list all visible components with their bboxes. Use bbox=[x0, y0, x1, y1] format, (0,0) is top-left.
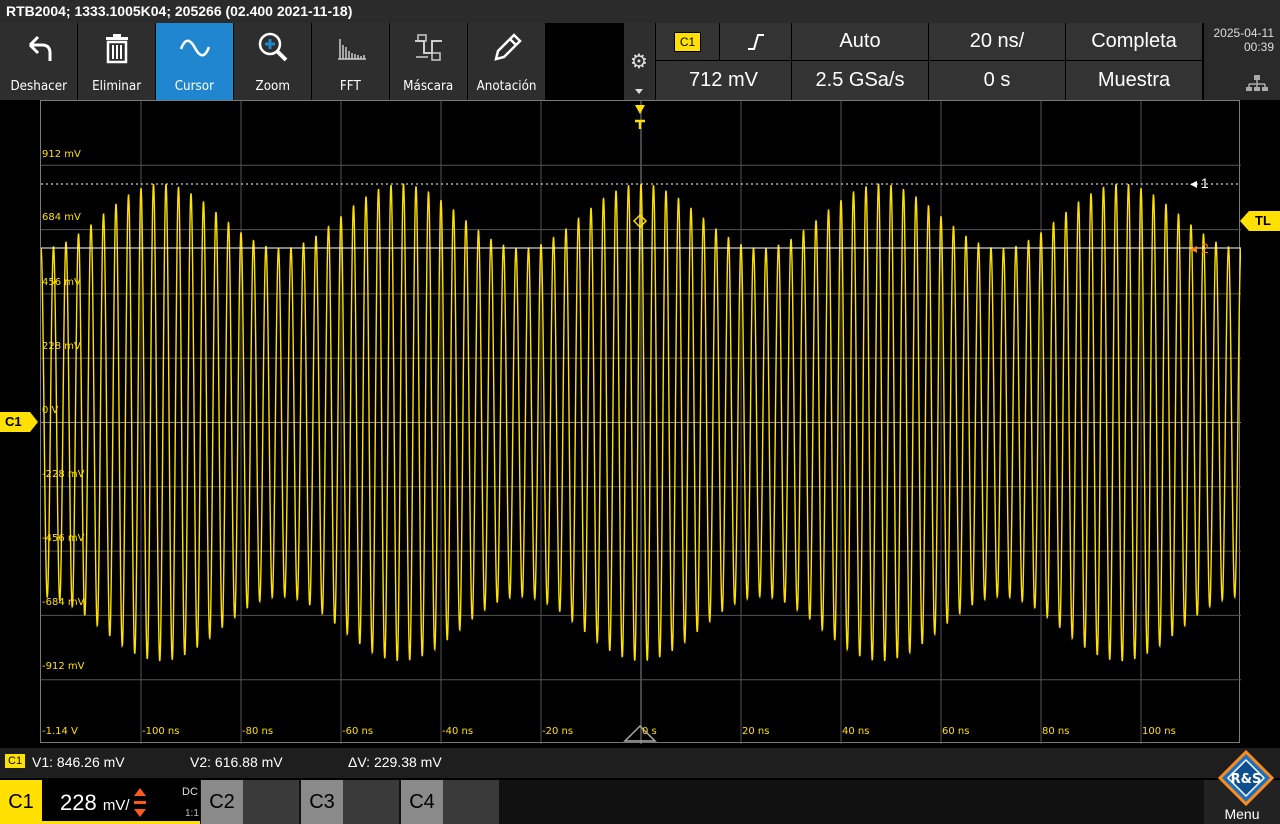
fft-button[interactable]: FFT bbox=[312, 23, 389, 100]
y-label-neg-456mv: -456 mV bbox=[42, 533, 85, 544]
c2-name: C2 bbox=[201, 780, 243, 824]
fft-icon bbox=[337, 39, 366, 60]
menu-button[interactable]: R&S Menu bbox=[1204, 749, 1280, 824]
y-label-228mv: 228 mV bbox=[42, 341, 81, 352]
measurement-source-badge: C1 bbox=[5, 754, 26, 768]
c1-scale-unit: mV/ bbox=[102, 797, 130, 814]
c1-scale[interactable]: 228 mV/ bbox=[60, 790, 130, 816]
x-label-neg-60ns: -60 ns bbox=[342, 726, 374, 737]
y-label-0v: 0 V bbox=[42, 405, 59, 416]
undo-button[interactable]: Deshacer bbox=[0, 23, 77, 100]
gear-icon: ⚙ bbox=[630, 51, 648, 73]
instrument-title-bar: RTB2004; 1333.1005K04; 205266 (02.400 20… bbox=[0, 0, 1280, 23]
delta-v-readout: ΔV: 229.38 mV bbox=[348, 754, 442, 770]
c1-coupling: DC bbox=[182, 786, 198, 798]
time-scale-field[interactable]: 20 ns/ bbox=[929, 23, 1065, 60]
y-label-912mv: 912 mV bbox=[42, 149, 81, 160]
trash-icon bbox=[105, 34, 128, 64]
rising-edge-icon bbox=[747, 33, 764, 50]
x-label-40ns: 40 ns bbox=[842, 726, 870, 737]
pen-icon bbox=[493, 33, 522, 61]
cursor-wave-icon bbox=[179, 39, 210, 57]
rs-logo-text: R&S bbox=[1231, 772, 1262, 787]
c1-probe-ratio: 1:1 bbox=[185, 808, 199, 819]
trigger-source-field[interactable]: C1 bbox=[656, 23, 719, 60]
x-label-60ns: 60 ns bbox=[942, 726, 970, 737]
rs-logo-icon: R&S bbox=[1217, 749, 1275, 807]
mask-icon bbox=[414, 34, 442, 61]
v2-readout: V2: 616.88 mV bbox=[190, 754, 283, 770]
undo-icon bbox=[28, 35, 51, 61]
x-label-80ns: 80 ns bbox=[1042, 726, 1070, 737]
delete-label: Eliminar bbox=[91, 79, 141, 94]
trigger-mode-field[interactable]: Auto bbox=[792, 23, 928, 60]
c3-name: C3 bbox=[301, 780, 343, 824]
fft-label: FFT bbox=[340, 79, 361, 94]
dropdown-triangle-icon bbox=[635, 89, 643, 94]
trigger-level-label: TL bbox=[1255, 213, 1271, 228]
zoom-label: Zoom bbox=[255, 79, 290, 94]
cursor-label: Cursor bbox=[174, 79, 215, 94]
zoom-icon bbox=[258, 32, 287, 62]
channel-c2-button[interactable]: C2 bbox=[201, 780, 299, 824]
trigger-level-field[interactable]: 712 mV bbox=[656, 61, 791, 100]
trigger-position-marker[interactable] bbox=[635, 105, 645, 129]
x-label-0s: 0 s bbox=[642, 726, 657, 737]
y-label-neg-1-14v: -1.14 V bbox=[42, 726, 78, 737]
menu-label: Menu bbox=[1224, 806, 1260, 822]
scale-arrows-icon[interactable] bbox=[132, 786, 148, 820]
date-text: 2025-04-11 bbox=[1213, 26, 1275, 40]
channel-c4-button[interactable]: C4 bbox=[401, 780, 499, 824]
waveform-svg bbox=[41, 101, 1241, 744]
time-offset-field[interactable]: 0 s bbox=[929, 61, 1065, 100]
time-text: 00:39 bbox=[1243, 40, 1274, 54]
cursor-1-tag-label: 1 bbox=[1200, 175, 1209, 191]
undo-label: Deshacer bbox=[10, 79, 67, 94]
cursor-2-tag-label: 2 bbox=[1200, 240, 1209, 256]
network-icon bbox=[1246, 75, 1268, 92]
v1-readout: V1: 846.26 mV bbox=[32, 754, 125, 770]
y-label-neg-228mv: -228 mV bbox=[42, 469, 85, 480]
channel-bar: C1 228 mV/ DC 1:1 C2 C3 C4 bbox=[0, 780, 1280, 824]
x-label-20ns: 20 ns bbox=[742, 726, 770, 737]
settings-button[interactable]: ⚙ bbox=[624, 23, 655, 100]
x-label-neg-40ns: -40 ns bbox=[442, 726, 474, 737]
trigger-source-badge: C1 bbox=[673, 31, 702, 52]
c1-offset-label: C1 bbox=[5, 414, 22, 429]
cursor-measurement-bar: C1 V1: 846.26 mV V2: 616.88 mV ΔV: 229.3… bbox=[0, 748, 1280, 778]
acquisition-panel: C1 Auto 20 ns/ Completa 712 mV 2.5 GSa/s… bbox=[656, 23, 1202, 100]
delete-button[interactable]: Eliminar bbox=[78, 23, 155, 100]
date-time-display: 2025-04-11 00:39 bbox=[1204, 23, 1280, 100]
acquisition-mode-field[interactable]: Muestra bbox=[1066, 61, 1202, 100]
acquisition-status-field[interactable]: Completa bbox=[1066, 23, 1202, 60]
sample-rate-field[interactable]: 2.5 GSa/s bbox=[792, 61, 928, 100]
annotation-button[interactable]: Anotación bbox=[468, 23, 545, 100]
mask-label: Máscara bbox=[403, 79, 454, 94]
y-label-neg-684mv: -684 mV bbox=[42, 597, 85, 608]
c4-name: C4 bbox=[401, 780, 443, 824]
x-label-neg-20ns: -20 ns bbox=[542, 726, 574, 737]
c1-offset-marker[interactable]: C1 bbox=[0, 412, 38, 432]
x-label-neg-80ns: -80 ns bbox=[242, 726, 274, 737]
trigger-level-marker[interactable]: TL bbox=[1240, 211, 1280, 231]
x-label-neg-100ns: -100 ns bbox=[142, 726, 180, 737]
zoom-button[interactable]: Zoom bbox=[234, 23, 311, 100]
mask-button[interactable]: Máscara bbox=[390, 23, 467, 100]
channel-c1-button[interactable]: C1 228 mV/ DC 1:1 bbox=[0, 780, 200, 824]
trigger-slope-field[interactable] bbox=[720, 23, 791, 60]
y-label-neg-912mv: -912 mV bbox=[42, 661, 85, 672]
c1-scale-value: 228 bbox=[60, 790, 97, 815]
cursor-2-tag[interactable]: ◂ 2 bbox=[1190, 240, 1209, 257]
y-label-456mv: 456 mV bbox=[42, 277, 81, 288]
main-toolbar: Deshacer Eliminar Cursor Zoom FFT Máscar… bbox=[0, 23, 546, 100]
cursor-button[interactable]: Cursor bbox=[156, 23, 233, 100]
cursor-1-tag[interactable]: ◂ 1 bbox=[1190, 175, 1209, 192]
waveform-display[interactable] bbox=[40, 100, 1241, 744]
y-label-684mv: 684 mV bbox=[42, 212, 81, 223]
x-label-100ns: 100 ns bbox=[1142, 726, 1176, 737]
annotation-label: Anotación bbox=[476, 79, 537, 94]
channel-c3-button[interactable]: C3 bbox=[301, 780, 399, 824]
c1-name: C1 bbox=[0, 780, 42, 824]
